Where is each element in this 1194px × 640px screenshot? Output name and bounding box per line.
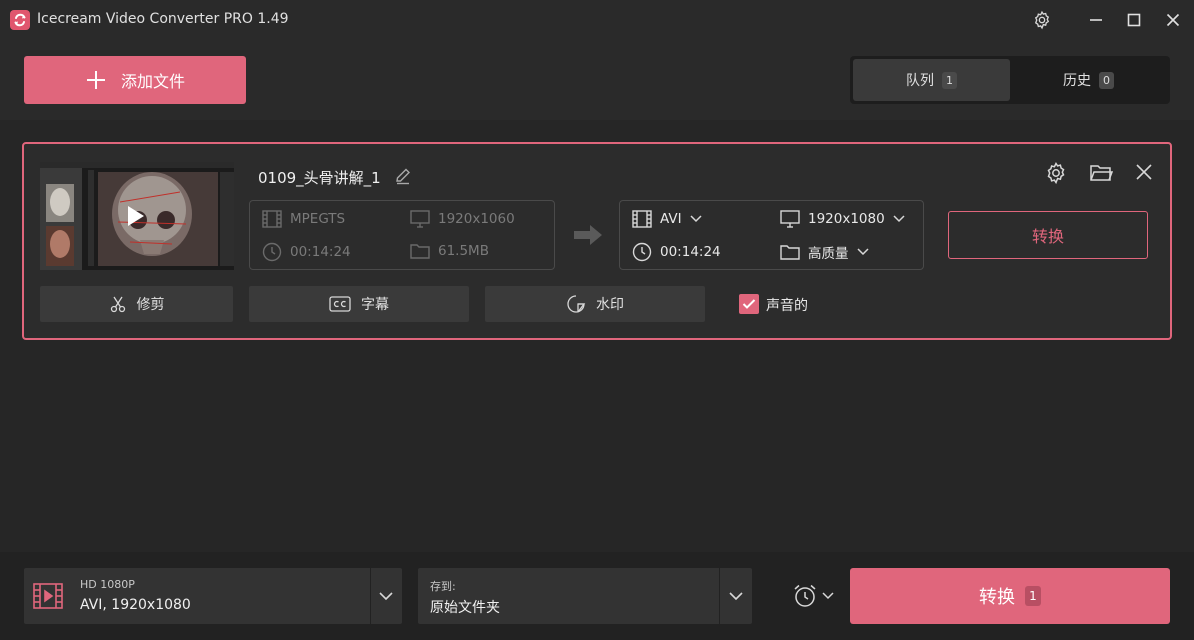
monitor-icon <box>780 210 800 228</box>
tab-queue-label: 队列 <box>906 73 934 89</box>
watermark-label: 水印 <box>596 297 624 313</box>
target-quality-value: 高质量 <box>808 246 849 262</box>
target-format-value: AVI <box>660 211 682 227</box>
edit-name-icon[interactable] <box>394 167 412 185</box>
chevron-down-icon <box>822 592 834 600</box>
source-duration-value: 00:14:24 <box>290 244 351 260</box>
target-duration: 00:14:24 <box>632 242 721 262</box>
chevron-down-icon[interactable] <box>376 586 396 606</box>
folder-icon <box>410 242 430 260</box>
source-size-value: 61.5MB <box>438 243 489 259</box>
convert-all-button[interactable]: 转换 1 <box>850 568 1170 624</box>
open-folder-icon[interactable] <box>1089 161 1113 185</box>
monitor-icon <box>410 210 430 228</box>
minimize-icon[interactable] <box>1084 8 1108 32</box>
folder-icon <box>780 243 800 261</box>
tab-history-label: 历史 <box>1063 73 1091 89</box>
watermark-icon <box>566 294 586 314</box>
target-quality-select[interactable]: 高质量 <box>780 242 869 262</box>
film-icon <box>632 210 652 228</box>
add-file-label: 添加文件 <box>120 72 185 91</box>
video-thumbnail[interactable] <box>40 162 234 270</box>
subtitles-button[interactable]: 字幕 <box>249 286 469 322</box>
tab-queue[interactable]: 队列 1 <box>853 59 1010 101</box>
divider <box>370 568 371 624</box>
target-info-box: AVI 1920x1080 00:14:24 高质量 <box>619 200 924 270</box>
convert-arrow-icon <box>572 222 604 248</box>
tab-queue-count: 1 <box>942 71 957 89</box>
save-to-select[interactable]: 存到: 原始文件夹 <box>418 568 752 624</box>
convert-item-button[interactable]: 转换 <box>948 211 1148 259</box>
film-icon <box>262 210 282 228</box>
source-duration: 00:14:24 <box>262 242 351 262</box>
format-preset-value: AVI, 1920x1080 <box>80 597 191 613</box>
source-resolution-value: 1920x1060 <box>438 211 515 227</box>
output-format-select[interactable]: HD 1080P AVI, 1920x1080 <box>24 568 402 624</box>
sound-label: 声音的 <box>766 298 808 314</box>
add-file-button[interactable]: 添加文件 <box>24 56 246 104</box>
cc-icon <box>329 296 351 312</box>
convert-all-label: 转换 <box>979 587 1015 608</box>
chevron-down-icon <box>690 215 702 223</box>
source-format-value: MPEGTS <box>290 211 346 227</box>
alarm-clock-icon <box>792 583 818 609</box>
scissors-icon <box>109 295 127 313</box>
divider <box>719 568 720 624</box>
source-resolution: 1920x1060 <box>410 210 515 228</box>
convert-item-label: 转换 <box>1031 227 1064 246</box>
format-preset-label: HD 1080P <box>80 578 135 591</box>
maximize-icon[interactable] <box>1122 8 1146 32</box>
app-logo-icon <box>10 10 30 30</box>
target-format-select[interactable]: AVI <box>632 210 702 228</box>
remove-item-icon[interactable] <box>1133 161 1155 183</box>
clock-icon <box>262 242 282 262</box>
target-resolution-select[interactable]: 1920x1080 <box>780 210 905 228</box>
sound-checkbox[interactable] <box>739 294 759 314</box>
clock-icon <box>632 242 652 262</box>
chevron-down-icon <box>856 248 869 256</box>
target-duration-value: 00:14:24 <box>660 244 721 260</box>
target-resolution-value: 1920x1080 <box>808 211 885 227</box>
file-name: 0109_头骨讲解_1 <box>258 169 381 187</box>
app-title: Icecream Video Converter PRO 1.49 <box>37 11 289 27</box>
tab-history[interactable]: 历史 0 <box>1010 59 1167 101</box>
tab-history-count: 0 <box>1099 71 1114 89</box>
chevron-down-icon[interactable] <box>726 586 746 606</box>
convert-all-count: 1 <box>1025 586 1041 606</box>
subtitles-label: 字幕 <box>361 297 389 313</box>
source-size: 61.5MB <box>410 242 489 260</box>
trim-button[interactable]: 修剪 <box>40 286 233 322</box>
schedule-button[interactable] <box>792 582 838 610</box>
plus-icon <box>85 69 107 91</box>
save-to-label: 存到: <box>430 580 456 593</box>
video-format-icon <box>24 568 72 624</box>
queue-history-tabs: 队列 1 历史 0 <box>850 56 1170 104</box>
source-format: MPEGTS <box>262 210 345 228</box>
source-info-box: MPEGTS 1920x1060 00:14:24 61.5MB <box>249 200 555 270</box>
item-settings-icon[interactable] <box>1044 161 1068 185</box>
settings-icon[interactable] <box>1030 8 1054 32</box>
watermark-button[interactable]: 水印 <box>485 286 705 322</box>
trim-label: 修剪 <box>136 297 165 313</box>
chevron-down-icon <box>893 215 905 223</box>
save-to-value: 原始文件夹 <box>430 600 500 616</box>
close-icon[interactable] <box>1161 8 1185 32</box>
